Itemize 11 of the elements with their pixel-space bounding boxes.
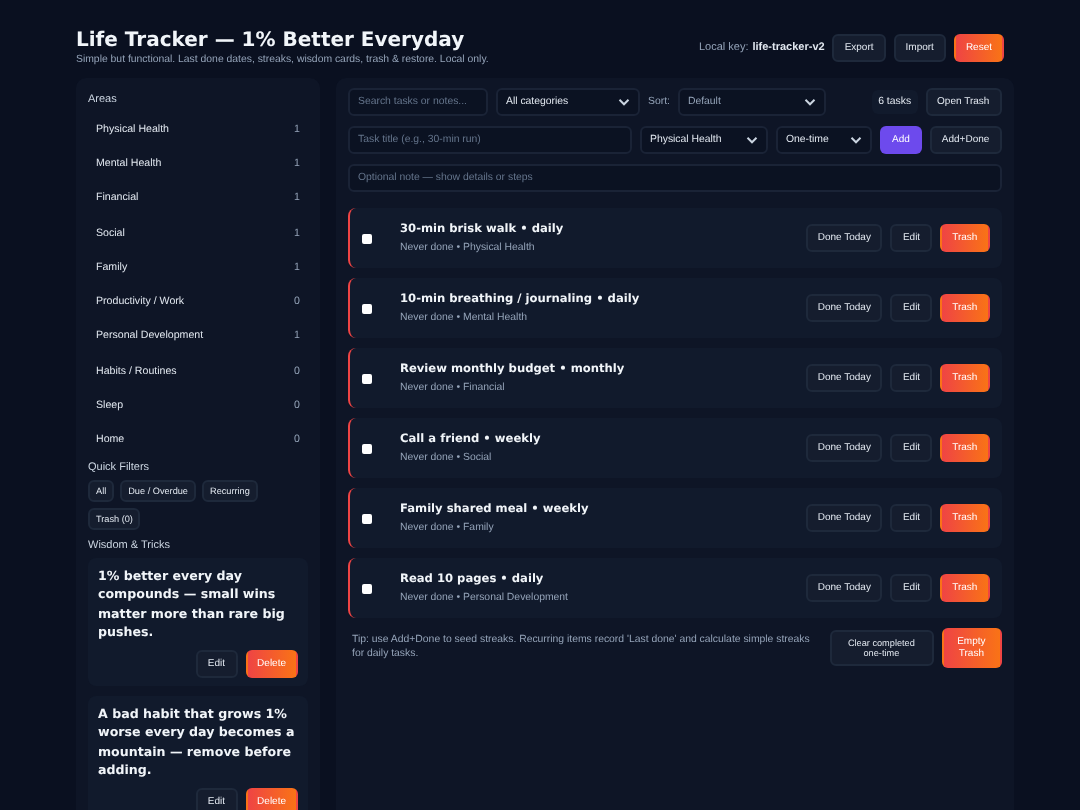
task-checkbox[interactable] — [362, 233, 372, 243]
task-checkbox[interactable] — [362, 583, 372, 593]
task-checkbox[interactable] — [362, 443, 372, 453]
task-checkbox[interactable] — [362, 513, 372, 523]
app-title: Life Tracker — 1% Better Everyday — [76, 30, 467, 52]
chevron-icon — [850, 136, 862, 144]
chevron-icon — [746, 136, 758, 144]
task-checkbox[interactable] — [362, 303, 372, 313]
chevron-icon — [803, 98, 816, 106]
task-checkbox[interactable] — [362, 373, 372, 383]
chevron-icon — [618, 98, 630, 106]
